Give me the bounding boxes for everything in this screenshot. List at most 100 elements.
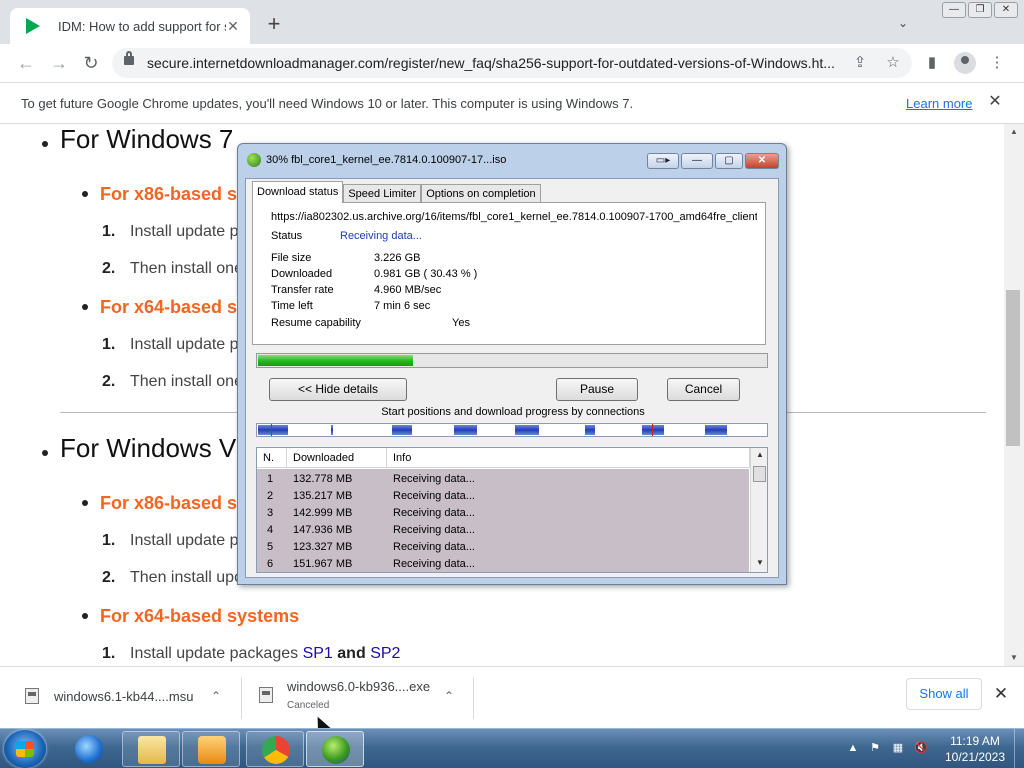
table-row[interactable]: 3 142.999 MB Receiving data... [257,505,749,522]
volume-muted-icon[interactable]: 🔇 [914,741,928,755]
connection-start-marker [271,424,272,436]
cancel-button[interactable]: Cancel [667,378,740,401]
time-left-label: Time left [271,300,313,312]
table-scrollbar[interactable]: ▲ ▼ [750,448,767,572]
connection-segment [258,425,288,435]
step-text: Install update p [130,223,239,240]
shelf-close-icon[interactable]: ✕ [992,685,1010,703]
step-text: Then install one [130,373,243,390]
tab-options-on-completion[interactable]: Options on completion [421,184,541,203]
taskbar-chrome[interactable] [246,731,304,767]
idm-maximize-button[interactable]: ▢ [715,153,743,169]
scroll-down-arrow-icon[interactable]: ▼ [1008,653,1020,663]
idm-minimize-button[interactable]: — [681,153,713,169]
idm-move-to-tray-button[interactable]: ▭▸ [647,153,679,169]
reload-icon[interactable]: ↻ [79,51,103,75]
step-number: 1. [102,532,116,549]
tab-strip: IDM: How to add support for sha ✕ + ⌄ — … [0,0,1024,44]
restore-button[interactable]: ❐ [968,2,992,18]
share-icon[interactable]: ⇪ [850,53,870,73]
action-center-flag-icon[interactable]: ⚑ [868,741,882,755]
sp1-link[interactable]: SP1 [303,645,333,662]
column-header-downloaded[interactable]: Downloaded [287,448,387,468]
show-hidden-icons-icon[interactable]: ▲ [846,741,860,755]
sp2-link[interactable]: SP2 [370,645,400,662]
back-arrow-icon[interactable]: ← [14,51,38,75]
table-row[interactable]: 5 123.327 MB Receiving data... [257,539,749,556]
taskbar-internet-explorer[interactable] [60,731,118,767]
idm-close-button[interactable]: ✕ [745,153,779,169]
table-scroll-thumb[interactable] [753,466,766,482]
folder-icon [138,736,166,764]
file-size-label: File size [271,252,312,264]
idm-logo-icon [247,153,261,167]
chrome-menu-icon[interactable]: ⋮ [987,53,1007,73]
bookmark-star-icon[interactable]: ☆ [883,53,903,73]
table-row[interactable]: 1 132.778 MB Receiving data... [257,471,749,488]
show-desktop-button[interactable] [1014,729,1024,768]
network-icon[interactable]: ▦ [891,741,905,755]
browser-tab[interactable]: IDM: How to add support for sha ✕ [10,8,250,44]
idm-body: Download status Speed Limiter Options on… [245,178,779,578]
infobar-close-icon[interactable]: ✕ [986,93,1004,111]
tab-title: IDM: How to add support for sha [58,19,226,34]
step-number: 2. [102,373,116,390]
connections-caption: Start positions and download progress by… [381,406,645,418]
page-scrollbar[interactable]: ▲ ▼ [1004,124,1024,666]
table-row[interactable]: 6 151.967 MB Receiving data... [257,556,749,572]
row-number: 4 [267,524,274,536]
clock-date[interactable]: 10/21/2023 [940,750,1010,764]
forward-arrow-icon[interactable]: → [47,51,71,75]
download-item[interactable]: windows6.1-kb44....msu ⌃ [0,667,240,729]
row-info: Receiving data... [393,490,475,502]
url-text[interactable]: secure.internetdownloadmanager.com/regis… [147,55,847,71]
lock-icon[interactable] [124,51,134,65]
chevron-up-icon[interactable]: ⌃ [444,689,454,703]
table-row[interactable]: 4 147.936 MB Receiving data... [257,522,749,539]
learn-more-link[interactable]: Learn more [906,96,972,111]
chevron-up-icon[interactable]: ⌃ [211,689,221,703]
table-scroll-up-icon[interactable]: ▲ [754,450,766,459]
step-number: 1. [102,223,116,240]
close-window-button[interactable]: ✕ [994,2,1018,18]
minimize-button[interactable]: — [942,2,966,18]
transfer-rate-label: Transfer rate [271,284,334,296]
taskbar-media-player[interactable] [182,731,240,767]
pause-button[interactable]: Pause [556,378,638,401]
tab-download-status[interactable]: Download status [252,181,344,203]
step-text: Install update p [130,336,239,353]
row-downloaded: 135.217 MB [293,490,353,502]
new-tab-button[interactable]: + [262,13,286,37]
taskbar-idm[interactable] [306,731,364,767]
scroll-thumb[interactable] [1006,290,1020,446]
download-separator [473,677,474,719]
connection-segment [585,425,595,435]
table-scroll-down-icon[interactable]: ▼ [754,558,766,567]
table-row[interactable]: 2 135.217 MB Receiving data... [257,488,749,505]
list-bullet [42,450,48,456]
hide-details-button[interactable]: << Hide details [269,378,407,401]
scroll-up-arrow-icon[interactable]: ▲ [1008,127,1020,137]
windows-taskbar: ▲ ⚑ ▦ 🔇 11:19 AM 10/21/2023 [0,728,1024,768]
download-item[interactable]: windows6.0-kb936....exe Canceled ⌃ [242,667,472,729]
connections-table: N. Downloaded Info 1 132.778 MB Receivin… [256,447,768,573]
profile-avatar[interactable] [954,52,976,74]
update-infobar: To get future Google Chrome updates, you… [0,82,1024,124]
download-progress-bar [256,353,768,368]
connections-rows: 1 132.778 MB Receiving data... 2 135.217… [257,469,749,572]
media-player-icon [198,736,226,764]
tab-speed-limiter[interactable]: Speed Limiter [343,184,422,203]
side-panel-icon[interactable]: ▮ [922,53,942,73]
tab-close-icon[interactable]: ✕ [224,17,242,35]
address-bar[interactable]: secure.internetdownloadmanager.com/regis… [112,48,912,78]
show-all-button[interactable]: Show all [906,678,982,710]
x86-heading: For x86-based s [100,184,238,204]
start-button[interactable] [4,730,46,768]
clock-time[interactable]: 11:19 AM [940,734,1010,748]
column-header-number[interactable]: N. [257,448,287,468]
taskbar-file-explorer[interactable] [122,731,180,767]
row-downloaded: 132.778 MB [293,473,353,485]
column-header-info[interactable]: Info [387,448,750,468]
tab-search-icon[interactable]: ⌄ [894,16,912,34]
idm-titlebar[interactable]: 30% fbl_core1_kernel_ee.7814.0.100907-17… [238,144,786,174]
